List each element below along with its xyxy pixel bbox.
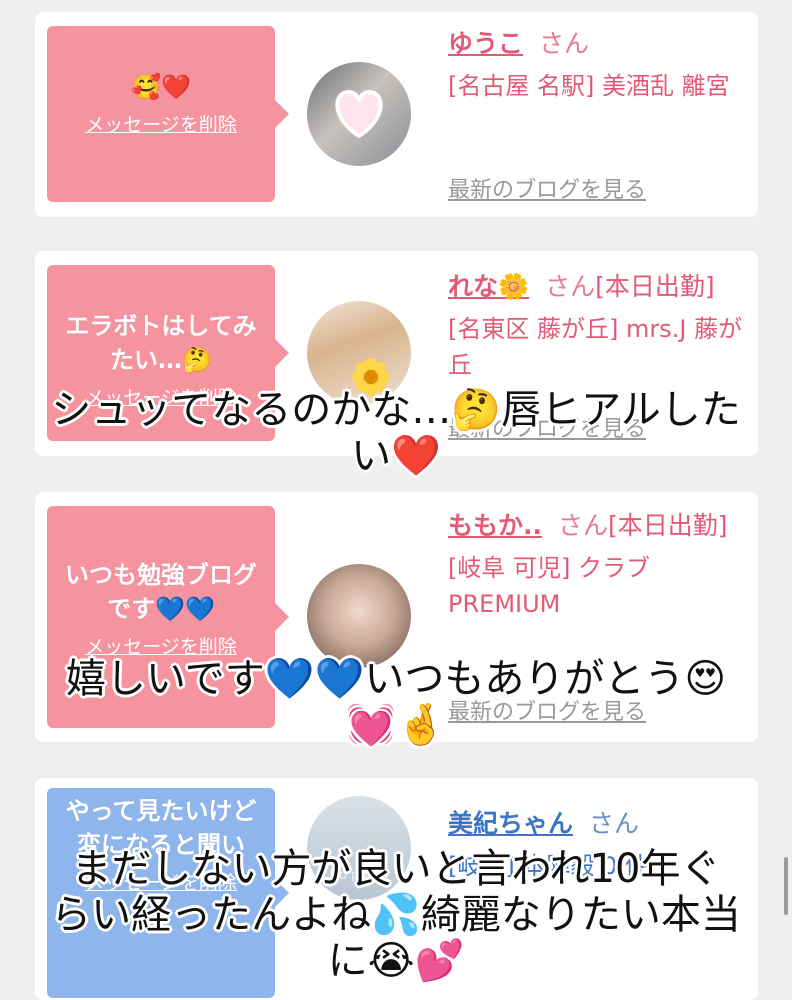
cast-name-link[interactable]: ゆうこ bbox=[448, 29, 523, 58]
honorific: さん bbox=[545, 272, 596, 301]
cast-name-link[interactable]: れな🌼 bbox=[448, 272, 529, 301]
status-badge: [本日出勤] bbox=[608, 511, 728, 540]
message-bubble: 🥰❤️ メッセージを削除 bbox=[47, 26, 289, 202]
shop-name: [名東区 藤が丘] mrs.J 藤が丘 bbox=[448, 315, 743, 379]
message-text: いつも勉強ブログです💙💙 bbox=[65, 561, 257, 623]
profile-info: ゆうこ さん [名古屋 名駅] 美酒乱 離宮 bbox=[448, 26, 753, 104]
profile-info: れな🌼 さん[本日出勤] [名東区 藤が丘] mrs.J 藤が丘 bbox=[448, 269, 753, 383]
message-card: 🥰❤️ メッセージを削除 ゆうこ さん [名古屋 名駅] 美酒乱 離宮 最新のブロ… bbox=[35, 12, 758, 217]
delete-message-link[interactable]: メッセージを削除 bbox=[61, 110, 261, 137]
cast-name-link[interactable]: ももか.. bbox=[448, 511, 542, 540]
message-text: エラボトはしてみたい…🤔 bbox=[65, 312, 257, 374]
shop-name: [岐阜 可児] クラブ PREMIUM bbox=[448, 554, 650, 618]
caption-line: 💓🤞 bbox=[346, 702, 446, 748]
caption-line: シュッてなるのかな…🤔唇ヒアルした bbox=[51, 387, 741, 433]
status-badge: [本日出勤] bbox=[595, 272, 715, 301]
caption-line: まだしない方が良いと言われ10年ぐ bbox=[71, 846, 721, 892]
cast-name-link[interactable]: 美紀ちゃん bbox=[448, 809, 573, 838]
caption-overlay: シュッてなるのかな…🤔唇ヒアルした い❤️ bbox=[0, 387, 792, 479]
honorific: さん bbox=[558, 511, 609, 540]
caption-line: に😭💕 bbox=[327, 938, 465, 984]
delete-message-link[interactable]: メッセージを削除 bbox=[61, 632, 261, 659]
shop-name: [名古屋 名駅] 美酒乱 離宮 bbox=[448, 72, 730, 100]
profile-info: ももか.. さん[本日出勤] [岐阜 可児] クラブ PREMIUM bbox=[448, 508, 753, 622]
honorific: さん bbox=[589, 809, 640, 838]
caption-overlay: まだしない方が良いと言われ10年ぐ らい経ったんよね💦綺麗なりたい本当 に😭💕 bbox=[0, 846, 792, 984]
honorific: さん bbox=[539, 29, 590, 58]
scrollbar-thumb[interactable] bbox=[784, 857, 788, 915]
caption-line: い❤️ bbox=[351, 433, 441, 479]
latest-blog-link[interactable]: 最新のブログを見る bbox=[448, 172, 646, 204]
message-text: 🥰❤️ bbox=[131, 73, 191, 101]
caption-line: らい経ったんよね💦綺麗なりたい本当 bbox=[51, 892, 741, 938]
caption-line: 嬉しいです💙💙いつもありがとう😍 bbox=[65, 656, 727, 702]
avatar[interactable] bbox=[307, 564, 411, 668]
heart-sticker-icon bbox=[335, 89, 383, 139]
caption-overlay: 嬉しいです💙💙いつもありがとう😍 💓🤞 bbox=[0, 656, 792, 748]
avatar[interactable] bbox=[307, 62, 411, 166]
